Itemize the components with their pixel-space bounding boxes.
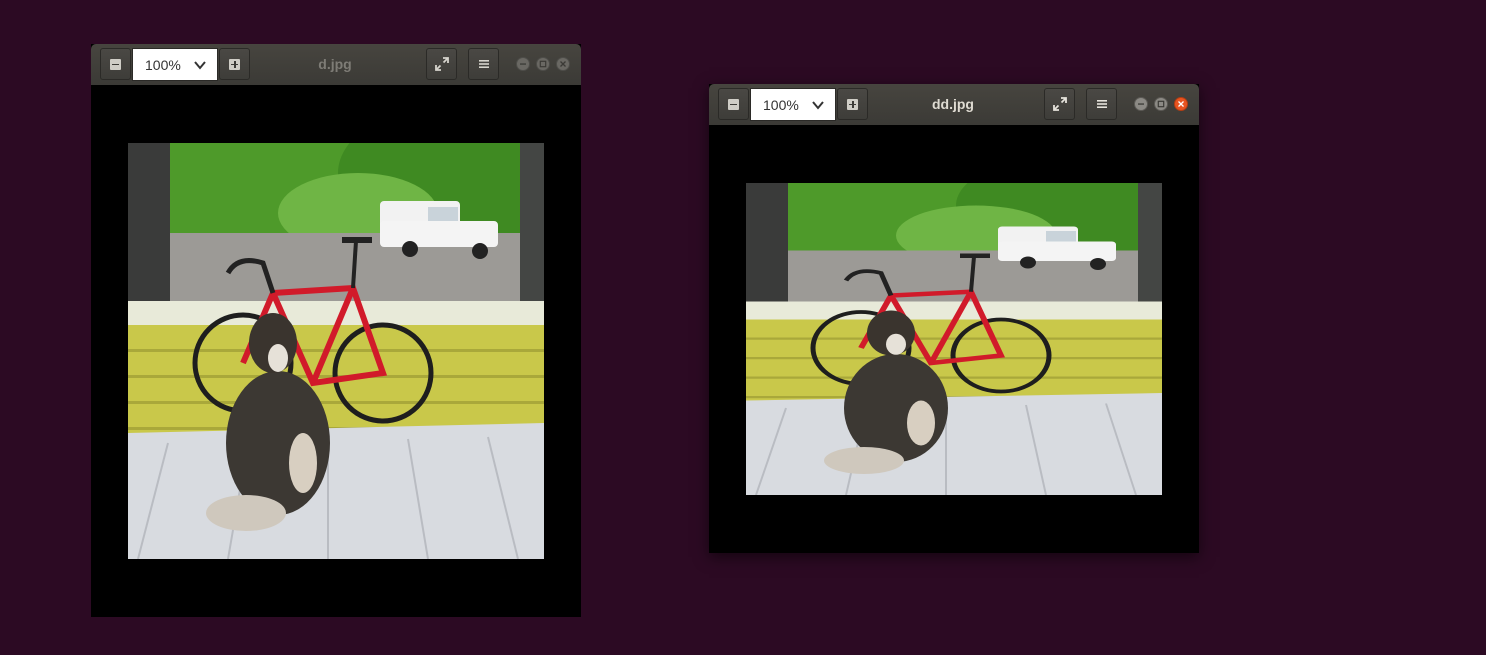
minimize-button[interactable]	[516, 57, 530, 71]
hamburger-menu-icon	[1096, 100, 1107, 108]
header-bar[interactable]: 100% d.jpg	[91, 44, 581, 85]
menu-button[interactable]	[468, 48, 499, 80]
menu-button[interactable]	[1086, 88, 1117, 120]
close-button[interactable]	[556, 57, 570, 71]
zoom-out-icon	[110, 58, 121, 70]
zoom-out-button[interactable]	[718, 88, 749, 120]
zoom-in-icon	[847, 98, 858, 110]
image-viewer-window-d[interactable]: 100% d.jpg	[91, 44, 581, 617]
fullscreen-button[interactable]	[426, 48, 457, 80]
minimize-icon	[520, 63, 526, 65]
zoom-out-button[interactable]	[100, 48, 131, 80]
maximize-button[interactable]	[1154, 97, 1168, 111]
chevron-down-icon	[194, 60, 206, 70]
zoom-in-button[interactable]	[837, 88, 868, 120]
fullscreen-icon	[1052, 97, 1067, 111]
displayed-image	[128, 143, 544, 559]
close-icon	[560, 61, 566, 67]
chevron-down-icon	[812, 100, 824, 110]
close-button[interactable]	[1174, 97, 1188, 111]
zoom-in-icon	[229, 58, 240, 70]
fullscreen-button[interactable]	[1044, 88, 1075, 120]
zoom-value: 100%	[145, 56, 181, 73]
window-title: d.jpg	[318, 56, 352, 72]
close-icon	[1178, 101, 1184, 107]
window-title: dd.jpg	[932, 96, 974, 112]
zoom-dropdown[interactable]: 100%	[750, 88, 836, 121]
zoom-out-icon	[728, 98, 739, 110]
zoom-in-button[interactable]	[219, 48, 250, 80]
fullscreen-icon	[434, 57, 449, 71]
zoom-dropdown[interactable]: 100%	[132, 48, 218, 81]
image-viewer-window-dd[interactable]: 100% dd.jpg	[709, 84, 1199, 553]
zoom-value: 100%	[763, 96, 799, 113]
minimize-button[interactable]	[1134, 97, 1148, 111]
maximize-button[interactable]	[536, 57, 550, 71]
maximize-icon	[1157, 100, 1165, 108]
displayed-image	[746, 183, 1162, 495]
maximize-icon	[539, 60, 547, 68]
header-bar[interactable]: 100% dd.jpg	[709, 84, 1199, 125]
minimize-icon	[1138, 103, 1144, 105]
hamburger-menu-icon	[478, 60, 489, 68]
